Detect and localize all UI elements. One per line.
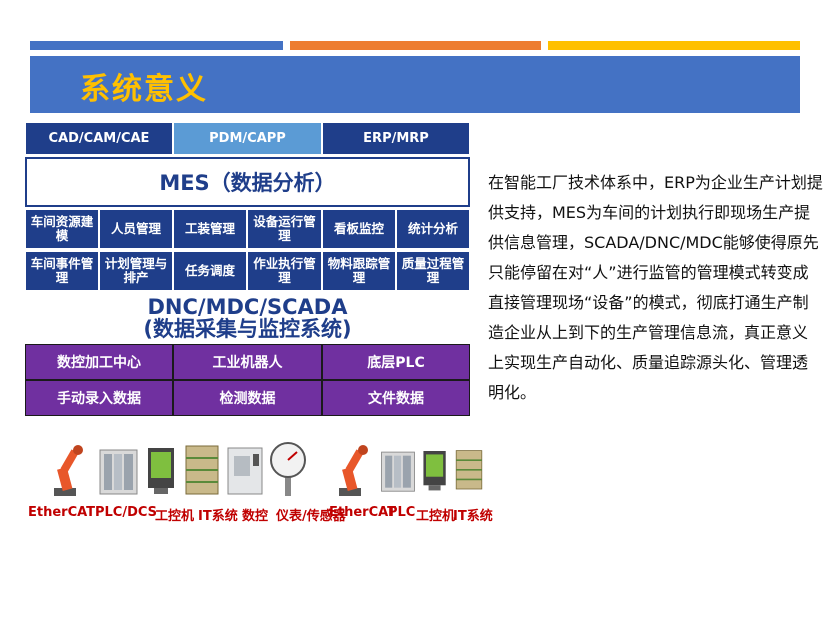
robot-arm-icon — [54, 445, 83, 496]
source-cell: 文件数据 — [322, 380, 470, 416]
device-label: PLC/DCS — [95, 505, 158, 520]
source-cell: 底层PLC — [322, 344, 470, 380]
module-cell: 车间资源建模 — [25, 209, 99, 249]
source-cell: 检测数据 — [173, 380, 322, 416]
module-cell: 车间事件管理 — [25, 251, 99, 291]
dnc-block: DNC/MDC/SCADA (数据采集与监控系统) — [25, 296, 470, 342]
module-cell: 工装管理 — [173, 209, 247, 249]
device-label: EtherCAT — [28, 505, 96, 520]
module-cell: 看板监控 — [322, 209, 396, 249]
top-cell-cad: CAD/CAM/CAE — [25, 122, 173, 155]
module-cell: 任务调度 — [173, 251, 247, 291]
accent-bar-blue — [30, 41, 283, 50]
module-cell: 质量过程管理 — [396, 251, 470, 291]
accent-bar-yellow — [548, 41, 800, 50]
source-cell: 手动录入数据 — [25, 380, 173, 416]
industrial-pc-icon — [423, 451, 446, 491]
dnc-title: DNC/MDC/SCADA — [147, 295, 348, 319]
industrial-pc-icon — [148, 448, 174, 494]
device-label: PLC — [388, 505, 416, 520]
device-label: EtherCAT — [329, 505, 397, 520]
device-label: 工控机 — [155, 509, 195, 524]
module-cell: 统计分析 — [396, 209, 470, 249]
source-cell: 数控加工中心 — [25, 344, 173, 380]
module-cell: 作业执行管理 — [247, 251, 322, 291]
device-label: 工控机 — [416, 509, 456, 524]
dnc-subtitle: (数据采集与监控系统) — [143, 317, 352, 341]
module-cell: 计划管理与排产 — [99, 251, 173, 291]
top-cell-pdm: PDM/CAPP — [173, 122, 322, 155]
device-label: 数控 — [242, 509, 269, 524]
cnc-machine-icon — [227, 447, 263, 495]
plc-icon — [381, 451, 415, 492]
device-label: IT系统 — [453, 509, 493, 524]
plc-icon — [99, 449, 138, 495]
accent-bar-orange — [290, 41, 541, 50]
module-cell: 设备运行管理 — [247, 209, 322, 249]
source-cell: 工业机器人 — [173, 344, 322, 380]
gauge-icon — [270, 442, 306, 496]
device-label: IT系统 — [198, 509, 238, 524]
description-text: 在智能工厂技术体系中，ERP为企业生产计划提供支持，MES为车间的计划执行即现场… — [488, 173, 823, 402]
module-cell: 人员管理 — [99, 209, 173, 249]
it-system-icon — [185, 445, 219, 495]
device-labels: EtherCAT PLC/DCS 工控机 IT系统 数控 仪表/传感器 Ethe… — [28, 505, 493, 527]
module-cell: 物料跟踪管理 — [322, 251, 396, 291]
mes-title: MES（数据分析） — [25, 157, 470, 207]
robot-arm-icon — [339, 445, 368, 496]
top-cell-erp: ERP/MRP — [322, 122, 470, 155]
architecture-diagram: CAD/CAM/CAE PDM/CAPP ERP/MRP MES（数据分析） 车… — [25, 122, 470, 418]
slide-title: 系统意义 — [80, 72, 208, 107]
it-system-icon — [455, 450, 483, 490]
device-strip — [28, 440, 488, 500]
